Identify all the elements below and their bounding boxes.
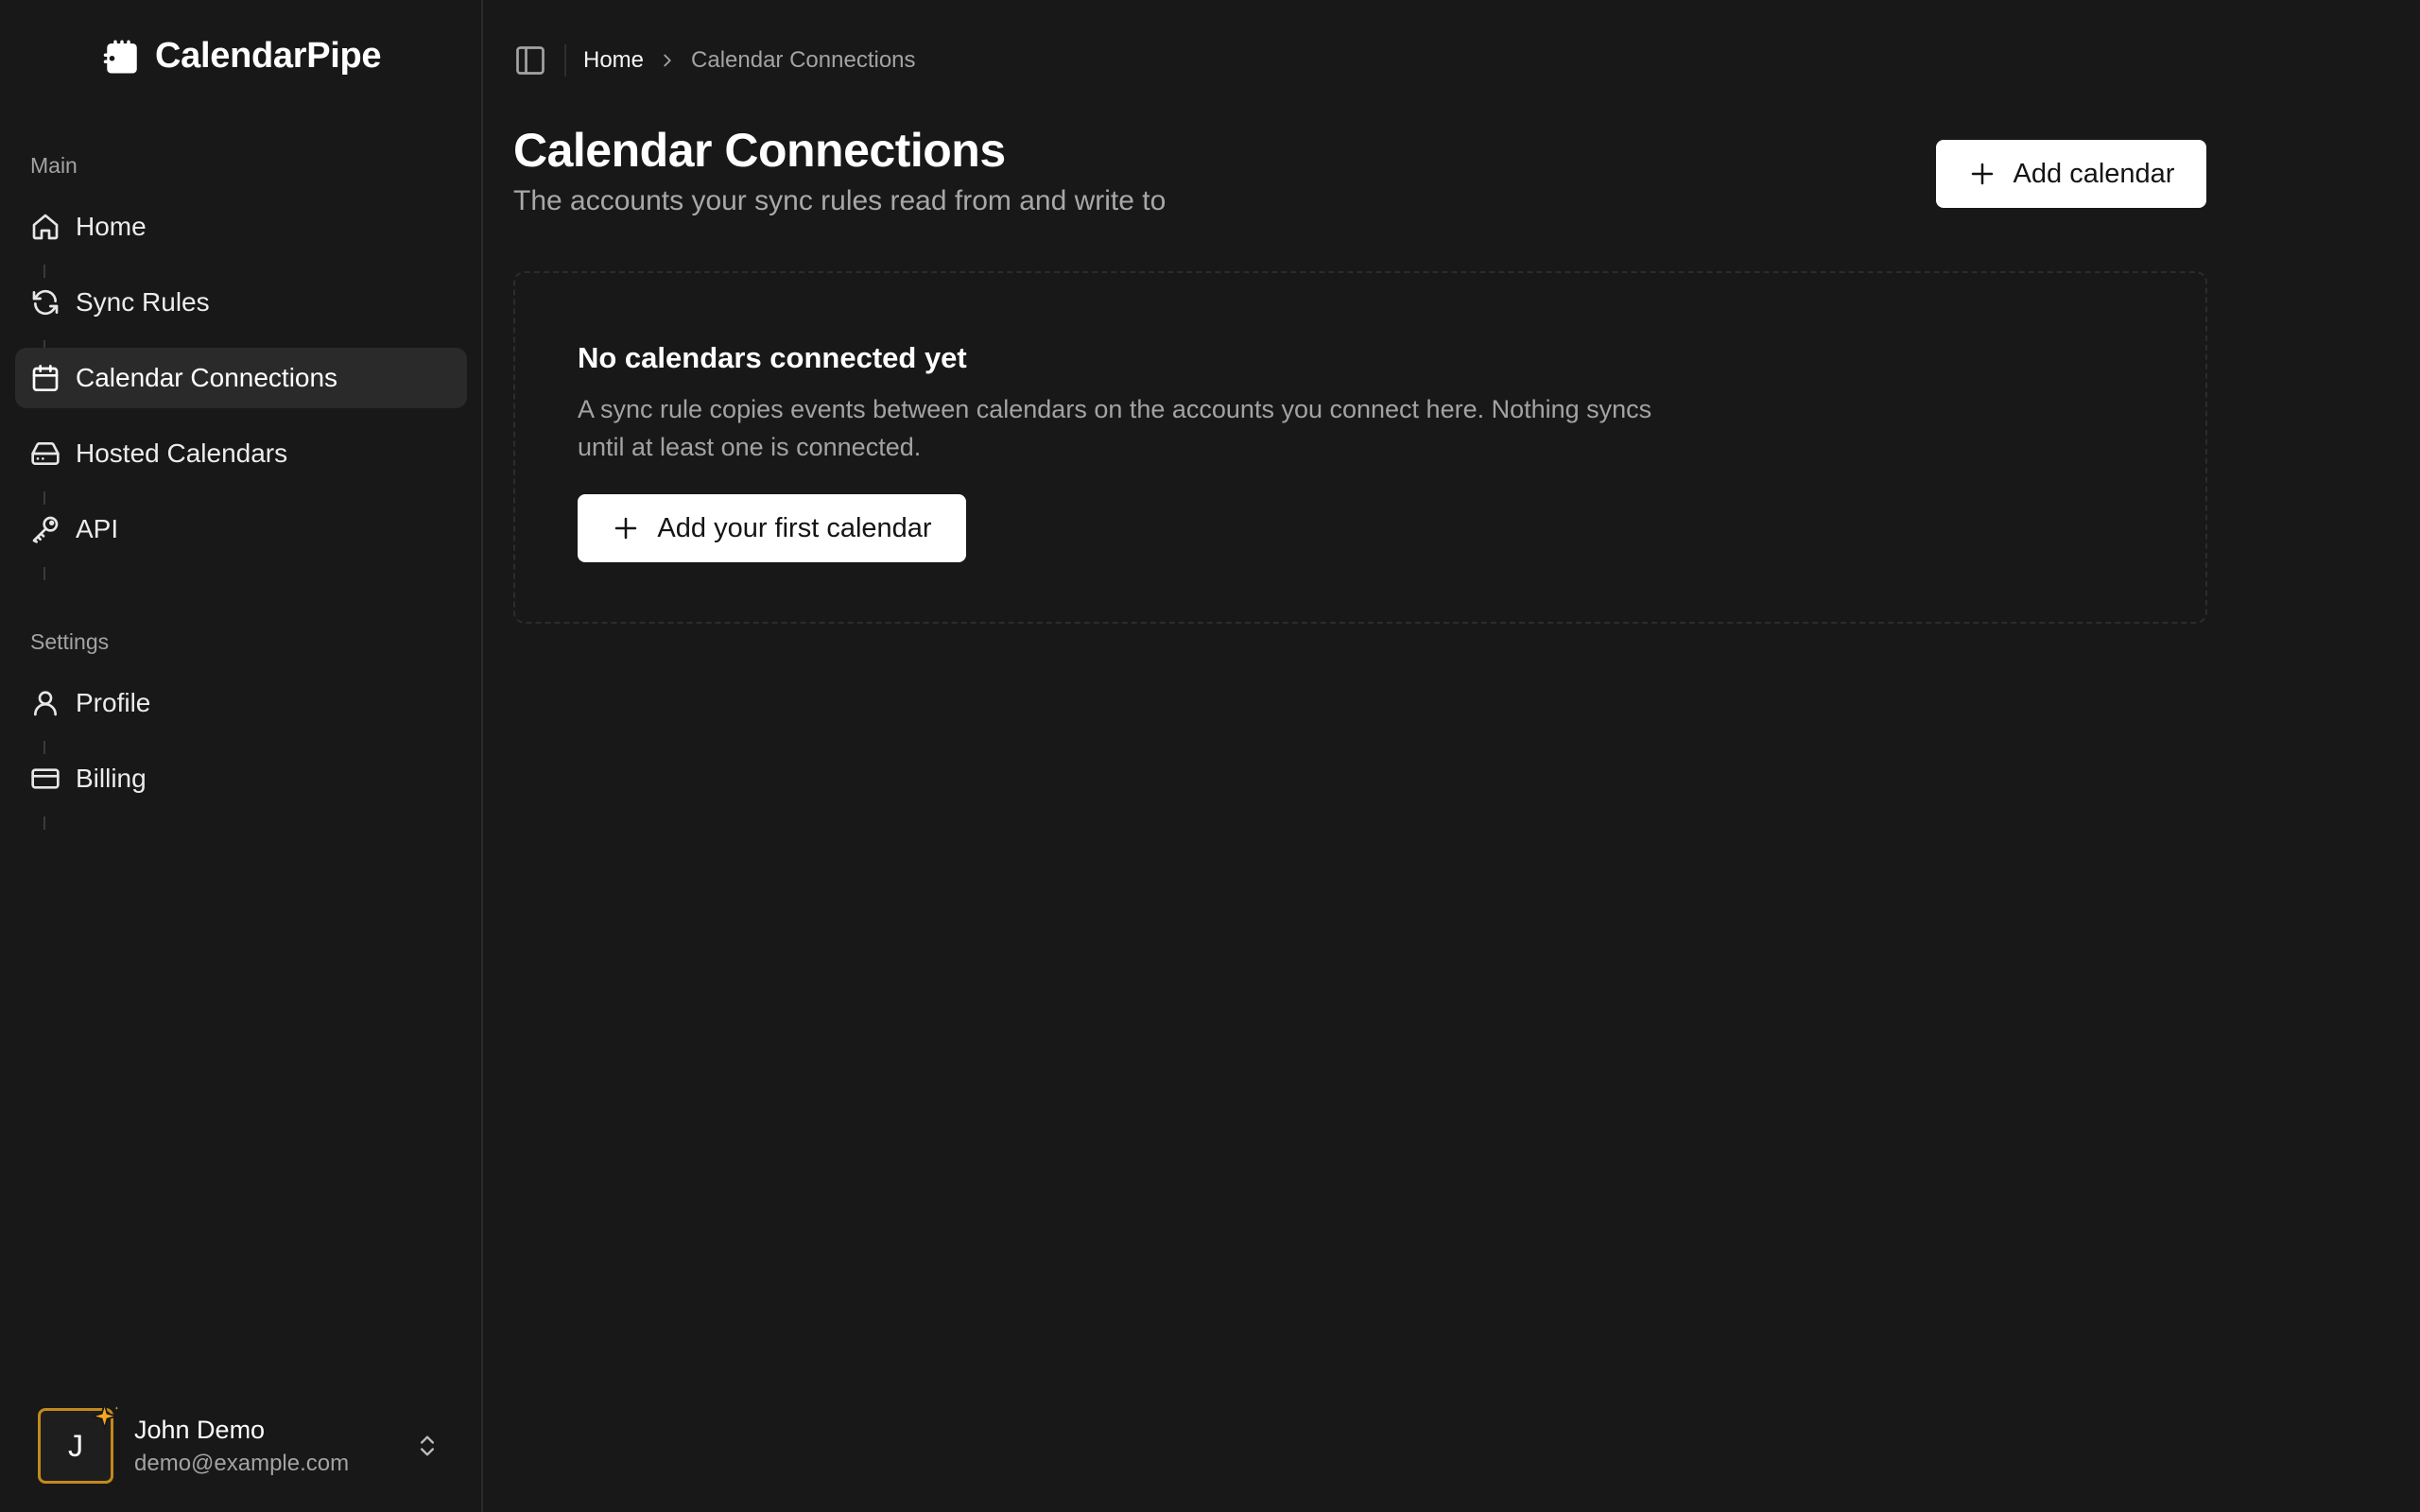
topbar: Home Calendar Connections <box>513 42 916 79</box>
calendar-pipe-logo-icon <box>103 40 137 73</box>
empty-state: No calendars connected yet A sync rule c… <box>513 271 2207 624</box>
settings-section-label: Settings <box>30 629 110 654</box>
chevrons-up-down-icon[interactable] <box>414 1433 441 1459</box>
add-first-calendar-button[interactable]: Add your first calendar <box>578 494 966 562</box>
plus-icon <box>615 517 637 540</box>
add-calendar-button[interactable]: Add calendar <box>1936 140 2206 208</box>
add-calendar-label: Add calendar <box>2013 158 2175 189</box>
sidebar-item-label: API <box>76 514 119 543</box>
sidebar-item-api[interactable]: API <box>15 499 467 580</box>
sidebar-item-label: Home <box>76 212 147 241</box>
main-section-label: Main <box>30 153 78 178</box>
sidebar-item-label: Calendar Connections <box>76 363 338 392</box>
user-menu[interactable]: J John Demo demo@example.com <box>38 1401 444 1484</box>
avatar: J <box>38 1401 122 1484</box>
sparkle-icon <box>90 1401 122 1432</box>
topbar-divider <box>564 44 566 77</box>
sidebar-item-home[interactable]: Home <box>15 197 467 278</box>
main-content: Home Calendar Connections Calendar Conne… <box>483 0 2420 1512</box>
main-nav: Home Sync Rules Calendar Connections Hos… <box>15 197 467 580</box>
sidebar-item-profile[interactable]: Profile <box>15 673 467 754</box>
sidebar-item-label: Hosted Calendars <box>76 438 288 468</box>
nav-divider <box>43 567 45 580</box>
add-first-calendar-label: Add your first calendar <box>657 512 932 543</box>
sidebar: CalendarPipe Main Home Sync Rules Calend… <box>0 0 483 1512</box>
sidebar-item-sync-rules[interactable]: Sync Rules <box>15 272 467 353</box>
sidebar-item-billing[interactable]: Billing <box>15 748 467 830</box>
hard-drive-icon <box>31 442 60 465</box>
empty-state-description: A sync rule copies events between calend… <box>578 395 1652 461</box>
calendar-icon <box>32 365 59 391</box>
user-name: John Demo <box>134 1415 266 1444</box>
sidebar-item-label: Sync Rules <box>76 287 210 317</box>
user-icon <box>34 691 57 716</box>
breadcrumb: Home Calendar Connections <box>583 47 916 74</box>
user-email: demo@example.com <box>134 1450 350 1476</box>
breadcrumb-home[interactable]: Home <box>583 47 644 74</box>
brand-name: CalendarPipe <box>155 36 382 76</box>
page-title: Calendar Connections <box>513 124 1006 177</box>
sidebar-item-label: Profile <box>76 688 151 717</box>
key-icon <box>32 516 59 543</box>
sidebar-item-label: Billing <box>76 764 147 793</box>
empty-state-title: No calendars connected yet <box>578 341 967 374</box>
chevron-right-icon <box>664 54 671 67</box>
avatar-initial: J <box>68 1428 83 1463</box>
user-info: John Demo demo@example.com <box>134 1416 414 1477</box>
refresh-icon <box>32 289 59 316</box>
breadcrumb-current: Calendar Connections <box>691 47 916 73</box>
home-icon <box>32 214 59 240</box>
page-subtitle: The accounts your sync rules read from a… <box>513 185 1167 216</box>
credit-card-icon <box>31 768 60 789</box>
app: CalendarPipe Main Home Sync Rules Calend… <box>0 0 2420 1512</box>
settings-nav: Profile Billing <box>15 673 467 830</box>
nav-divider <box>43 816 45 830</box>
sidebar-toggle-icon[interactable] <box>513 43 547 77</box>
sidebar-item-calendar-connections[interactable]: Calendar Connections <box>15 348 467 408</box>
brand[interactable]: CalendarPipe <box>102 36 382 77</box>
sidebar-item-hosted-calendars[interactable]: Hosted Calendars <box>15 423 467 505</box>
plus-icon <box>1971 163 1993 185</box>
